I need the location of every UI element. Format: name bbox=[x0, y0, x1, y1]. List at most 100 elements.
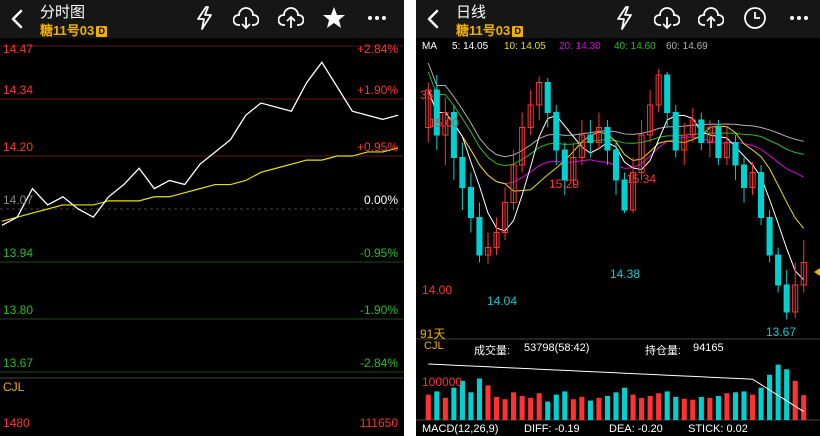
ma20-value: 20: 14.30 bbox=[559, 41, 601, 52]
percent-tick-label: +0.95% bbox=[356, 140, 398, 155]
candle-body bbox=[766, 217, 773, 256]
low-annotation: 13.67 bbox=[766, 325, 797, 339]
volume-bar bbox=[476, 378, 483, 420]
cjl-label: CJL bbox=[3, 380, 25, 394]
candle-body bbox=[758, 172, 765, 218]
volume-bar bbox=[639, 397, 645, 420]
macd-stick: STICK: 0.02 bbox=[688, 423, 748, 435]
candle-body bbox=[561, 149, 568, 181]
low-annotation: 14.38 bbox=[610, 267, 641, 281]
ma10-value: 10: 14.05 bbox=[504, 41, 546, 52]
intraday-chart[interactable] bbox=[0, 0, 404, 436]
ma60-value: 60: 14.69 bbox=[666, 41, 708, 52]
candle-body bbox=[775, 254, 782, 286]
low-annotation: 14.04 bbox=[487, 294, 518, 308]
volume-tick-right: 111650 bbox=[359, 416, 398, 430]
percent-tick-label: -0.95% bbox=[359, 245, 398, 260]
volume-bar bbox=[690, 399, 696, 420]
candle-body bbox=[553, 112, 560, 151]
volume-bar bbox=[732, 392, 739, 420]
cjl-label: CJL bbox=[424, 340, 444, 352]
candle-body bbox=[664, 74, 671, 113]
candle-body bbox=[715, 127, 722, 158]
daily-panel: 日线 糖11号03 D MA 5: 14.05 10: 14.05 20: 14.… bbox=[416, 0, 820, 436]
volume-bar bbox=[767, 374, 773, 420]
high-annotation: 15.34 bbox=[626, 172, 657, 186]
volume-bar bbox=[621, 387, 628, 420]
volume-bar bbox=[604, 396, 611, 420]
volume-bar bbox=[562, 391, 568, 420]
open-interest-value: 94165 bbox=[693, 342, 724, 354]
volume-bar bbox=[553, 394, 559, 420]
volume-bar bbox=[536, 393, 542, 420]
percent-tick-label: +2.84% bbox=[356, 42, 398, 56]
volume-bar bbox=[468, 392, 474, 420]
price-tick-label: 13.80 bbox=[3, 303, 34, 318]
price-tick: 14.00 bbox=[422, 283, 453, 297]
ma5-value: 5: 14.05 bbox=[452, 41, 489, 52]
current-price-marker bbox=[814, 268, 820, 276]
candle-body bbox=[612, 149, 620, 181]
macd-diff: DIFF: -0.19 bbox=[524, 423, 580, 435]
candle-body bbox=[698, 119, 705, 143]
volume-value: 53798(58:42) bbox=[524, 342, 590, 354]
ma-label: MA bbox=[422, 41, 437, 52]
price-tick-label: 14.47 bbox=[3, 42, 34, 56]
volume-bar bbox=[545, 401, 551, 420]
volume-bar bbox=[528, 397, 534, 420]
panel-divider bbox=[404, 0, 416, 436]
open-interest-label: 持仓量: bbox=[645, 345, 682, 357]
volume-bar bbox=[715, 396, 721, 420]
price-tick-label: 14.20 bbox=[3, 140, 34, 155]
volume-bar bbox=[775, 364, 781, 420]
volume-bar bbox=[442, 397, 448, 420]
volume-bar bbox=[647, 396, 653, 420]
candle-body bbox=[740, 164, 748, 188]
candle-body bbox=[544, 82, 551, 113]
volume-bar bbox=[784, 369, 790, 420]
volume-bar bbox=[664, 391, 670, 420]
volume-bar bbox=[749, 394, 756, 420]
price-tick-label: 13.94 bbox=[3, 245, 34, 260]
volume-bar bbox=[511, 392, 517, 420]
volume-bar bbox=[502, 399, 508, 420]
volume-bar bbox=[587, 400, 593, 420]
volume-bar bbox=[493, 396, 500, 420]
volume-bar bbox=[741, 391, 747, 420]
volume-bar bbox=[596, 397, 602, 420]
price-tick-label: 14.07 bbox=[3, 193, 34, 207]
volume-bar bbox=[570, 399, 576, 420]
candle-body bbox=[672, 112, 679, 151]
volume-bar bbox=[724, 393, 730, 420]
volume-bar bbox=[485, 385, 491, 420]
volume-bar bbox=[425, 394, 431, 420]
macd-dea: DEA: -0.20 bbox=[609, 423, 663, 435]
candle-body bbox=[467, 187, 474, 218]
candle-body bbox=[732, 142, 739, 166]
price-annotation: 35 bbox=[420, 88, 434, 102]
percent-tick-label: +1.90% bbox=[356, 82, 398, 97]
volume-bar bbox=[758, 387, 764, 420]
daily-kline-chart[interactable] bbox=[416, 0, 820, 436]
candle-body bbox=[783, 284, 790, 313]
volume-label: 成交量: bbox=[474, 345, 511, 357]
volume-bar bbox=[792, 380, 798, 420]
volume-bar bbox=[681, 398, 687, 420]
macd-label: MACD(12,26,9) bbox=[422, 423, 499, 435]
volume-bar bbox=[451, 387, 457, 420]
price-tick-label: 14.34 bbox=[3, 82, 34, 97]
price-annotation: 15.00 bbox=[429, 116, 460, 130]
candle-body bbox=[604, 127, 611, 151]
volume-bar bbox=[698, 396, 704, 420]
volume-bar bbox=[801, 395, 807, 420]
price-line bbox=[1, 61, 399, 226]
candle-body bbox=[459, 157, 466, 188]
volume-tick-left: 1480 bbox=[3, 416, 30, 430]
candle-body bbox=[476, 217, 483, 256]
percent-tick-label: -1.90% bbox=[359, 303, 398, 318]
ma40-value: 40: 14.60 bbox=[614, 41, 656, 52]
volume-bar bbox=[579, 396, 585, 420]
volume-bar bbox=[613, 392, 619, 420]
price-tick-label: 13.67 bbox=[3, 356, 34, 370]
high-annotation: 15.29 bbox=[549, 177, 580, 191]
